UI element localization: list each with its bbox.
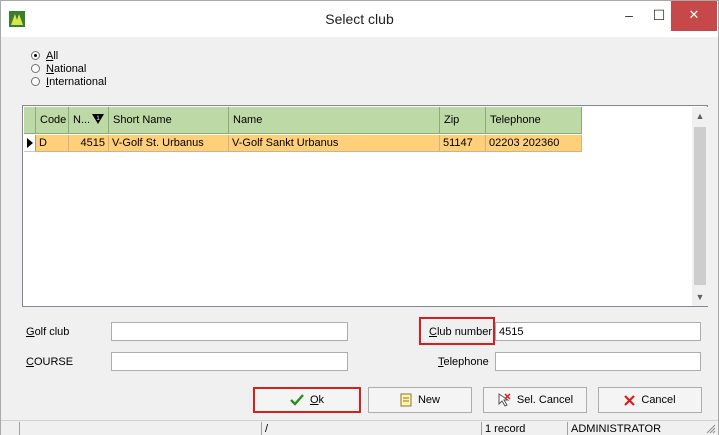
filter-option-national[interactable]: National (31, 62, 107, 75)
column-header-zip[interactable]: Zip (440, 107, 486, 134)
club-number-input[interactable] (495, 322, 701, 341)
golf-club-input[interactable] (111, 322, 348, 341)
ok-label: Ok (309, 394, 325, 406)
golf-club-label: Golf club (26, 326, 70, 338)
deselect-icon (498, 393, 511, 407)
column-header-name[interactable]: Name (229, 107, 440, 134)
scroll-down-icon[interactable]: ▼ (692, 289, 708, 306)
cell-number[interactable]: 4515 (69, 135, 109, 152)
title-bar: Select club – ☐ ✕ (1, 1, 718, 37)
vertical-scrollbar[interactable]: ▲ ▼ (692, 107, 708, 306)
select-club-dialog: Select club – ☐ ✕ All National Internati… (0, 0, 719, 435)
course-input[interactable] (111, 352, 348, 371)
status-panel-path: / (261, 422, 481, 435)
sel-cancel-label: Sel. Cancel (516, 394, 574, 406)
column-header-short-name[interactable]: Short Name (109, 107, 229, 134)
x-icon (624, 394, 636, 406)
resize-grip-icon[interactable] (706, 424, 716, 434)
radio-national[interactable] (31, 64, 40, 73)
cell-zip[interactable]: 51147 (440, 135, 486, 152)
filter-option-all[interactable]: All (31, 49, 107, 62)
scroll-up-icon[interactable]: ▲ (692, 108, 708, 125)
cell-code[interactable]: D (36, 135, 69, 152)
status-user: ADMINISTRATOR (567, 422, 697, 435)
cell-short-name[interactable]: V-Golf St. Urbanus (109, 135, 229, 152)
radio-international[interactable] (31, 77, 40, 86)
club-number-label: Club number (429, 326, 492, 338)
cell-name[interactable]: V-Golf Sankt Urbanus (229, 135, 440, 152)
filter-all-label: All (46, 49, 59, 62)
sel-cancel-button[interactable]: Sel. Cancel (483, 387, 587, 413)
status-bar: / 1 record ADMINISTRATOR (1, 420, 718, 435)
maximize-button[interactable]: ☐ (644, 1, 674, 31)
telephone-label: Telephone (438, 356, 489, 368)
club-grid[interactable]: Code N... 1 Short Name Name Zip Telephone… (22, 105, 708, 307)
new-document-icon (400, 393, 412, 407)
telephone-input[interactable] (495, 352, 701, 371)
ok-button[interactable]: Ok (253, 387, 361, 413)
row-selector-icon[interactable] (24, 135, 36, 152)
status-panel-empty (19, 422, 261, 435)
filter-international-label: International (46, 75, 107, 88)
column-header-number[interactable]: N... 1 (69, 107, 109, 134)
cell-telephone[interactable]: 02203 202360 (486, 135, 582, 152)
window-title: Select club (325, 11, 394, 27)
minimize-button[interactable]: – (614, 1, 644, 31)
column-header-telephone[interactable]: Telephone (486, 107, 582, 134)
new-label: New (417, 394, 440, 406)
close-button[interactable]: ✕ (671, 1, 717, 31)
cancel-button[interactable]: Cancel (598, 387, 702, 413)
status-record-count: 1 record (481, 422, 567, 435)
new-button[interactable]: New (368, 387, 472, 413)
cancel-label: Cancel (641, 394, 676, 406)
club-filter-group: All National International (31, 49, 107, 88)
scroll-thumb[interactable] (694, 127, 706, 285)
grid-corner (24, 107, 36, 134)
sort-descending-icon: 1 (92, 114, 105, 124)
column-header-code[interactable]: Code (36, 107, 69, 134)
radio-all[interactable] (31, 51, 40, 60)
course-label: COURSE (26, 356, 74, 368)
filter-option-international[interactable]: International (31, 75, 107, 88)
checkmark-icon (290, 394, 304, 406)
filter-national-label: National (46, 62, 87, 75)
